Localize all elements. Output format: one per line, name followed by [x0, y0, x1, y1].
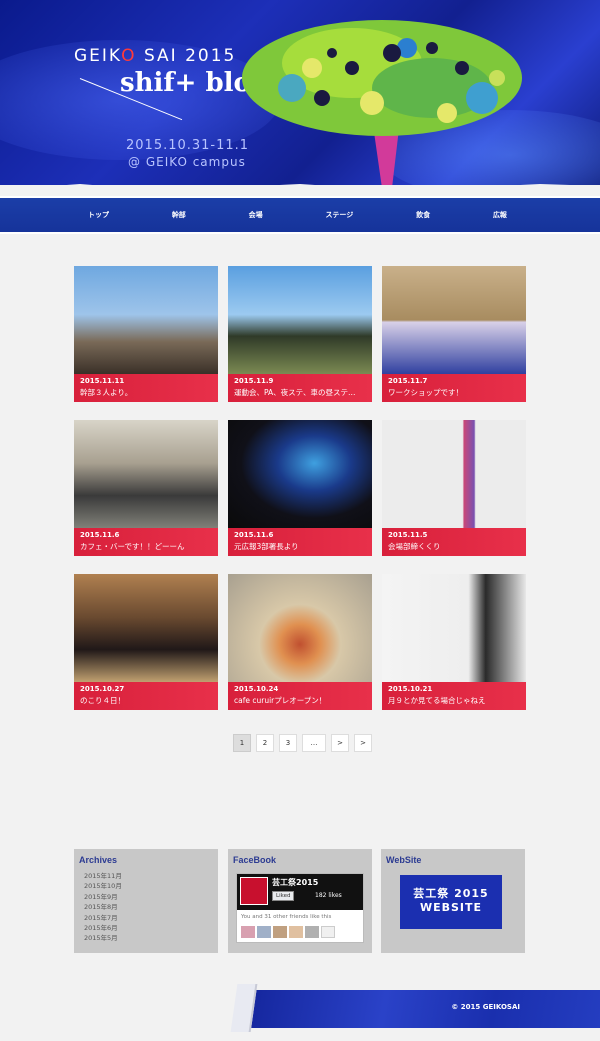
event-dates: 2015.10.31-11.1 [126, 138, 250, 153]
archive-link[interactable]: 2015年11月 [84, 871, 218, 881]
next-page-button[interactable]: > [331, 734, 349, 752]
archives-title: Archives [79, 855, 118, 865]
website-title: WebSite [386, 855, 422, 865]
nav-item-executives[interactable]: 幹部 [172, 210, 186, 220]
archive-link[interactable]: 2015年7月 [84, 913, 218, 923]
facebook-page-plugin[interactable]: 芸工祭2015 Liked 182 likes You and 31 other… [236, 873, 364, 943]
post-date: 2015.10.27 [80, 685, 125, 693]
avatar[interactable] [321, 926, 335, 938]
archive-link[interactable]: 2015年9月 [84, 892, 218, 902]
last-page-button[interactable]: > [354, 734, 372, 752]
post-card[interactable]: 2015.10.27 のこり４日！ [74, 574, 218, 710]
archive-link[interactable]: 2015年8月 [84, 902, 218, 912]
event-venue: @ GEIKO campus [128, 155, 246, 169]
post-card[interactable]: 2015.11.6 カフェ・バーです！！どーーん [74, 420, 218, 556]
post-date: 2015.11.11 [80, 377, 125, 385]
post-title[interactable]: ワークショップです！ [388, 387, 520, 398]
archive-link[interactable]: 2015年10月 [84, 881, 218, 891]
post-photo[interactable] [382, 420, 526, 528]
post-card[interactable]: 2015.10.21 月９とか見てる場合じゃねえ [382, 574, 526, 710]
facebook-title: FaceBook [233, 855, 277, 865]
post-photo[interactable] [228, 574, 372, 682]
nav-item-top[interactable]: トップ [88, 210, 109, 220]
post-title[interactable]: 元広報3部署長より [234, 541, 366, 552]
post-title[interactable]: 幹部３人より。 [80, 387, 212, 398]
main-nav: トップ 幹部 会場 ステージ 飲食 広報 [0, 196, 600, 234]
post-title[interactable]: のこり４日！ [80, 695, 212, 706]
page-1-button[interactable]: 1 [233, 734, 251, 752]
avatar[interactable] [305, 926, 319, 938]
post-date: 2015.10.21 [388, 685, 433, 693]
avatar[interactable] [273, 926, 287, 938]
post-date: 2015.11.7 [388, 377, 428, 385]
post-title[interactable]: 月９とか見てる場合じゃねえ [388, 695, 520, 706]
event-name: GEIKO SAI 2015 [74, 46, 237, 66]
website-widget: WebSite 芸工祭 2015 WEBSITE [381, 849, 525, 953]
post-date: 2015.11.6 [80, 531, 120, 539]
avatar[interactable] [241, 926, 255, 938]
post-date: 2015.11.6 [234, 531, 274, 539]
post-photo[interactable] [228, 420, 372, 528]
page-3-button[interactable]: 3 [279, 734, 297, 752]
post-title[interactable]: 会場部締くくり [388, 541, 520, 552]
nav-item-pr[interactable]: 広報 [493, 210, 507, 220]
archive-link[interactable]: 2015年5月 [84, 933, 218, 943]
nav-item-stage[interactable]: ステージ [325, 210, 353, 220]
facebook-page-avatar[interactable] [240, 877, 268, 905]
post-card[interactable]: 2015.11.7 ワークショップです！ [382, 266, 526, 402]
post-date: 2015.11.9 [234, 377, 274, 385]
copyright: © 2015 GEIKOSAI [451, 1003, 520, 1011]
nav-item-food[interactable]: 飲食 [416, 210, 430, 220]
post-photo[interactable] [228, 266, 372, 374]
facebook-page-name[interactable]: 芸工祭2015 [272, 877, 318, 888]
post-card[interactable]: 2015.11.9 運動会、PA、夜ステ、車の昼ステ… [228, 266, 372, 402]
post-photo[interactable] [74, 574, 218, 682]
page-ellipsis: … [302, 734, 326, 752]
facebook-friend-avatars [241, 926, 335, 938]
post-card[interactable]: 2015.11.6 元広報3部署長より [228, 420, 372, 556]
archives-widget: Archives 2015年11月 2015年10月 2015年9月 2015年… [74, 849, 218, 953]
facebook-like-button[interactable]: Liked [272, 891, 295, 901]
post-title[interactable]: カフェ・バーです！！どーーん [80, 541, 212, 552]
post-date: 2015.10.24 [234, 685, 279, 693]
facebook-like-count: 182 likes [315, 892, 342, 899]
post-title[interactable]: cafe curuirプレオープン！ [234, 695, 366, 706]
facebook-widget: FaceBook 芸工祭2015 Liked 182 likes You and… [228, 849, 372, 953]
archive-link[interactable]: 2015年6月 [84, 923, 218, 933]
post-photo[interactable] [382, 574, 526, 682]
post-date: 2015.11.5 [388, 531, 428, 539]
site-header: GEIKO SAI 2015 shif+ blog 2015.10.31-11.… [0, 0, 600, 185]
site-footer: © 2015 GEIKOSAI [230, 984, 600, 1032]
post-card[interactable]: 2015.11.11 幹部３人より。 [74, 266, 218, 402]
nav-item-venue[interactable]: 会場 [249, 210, 263, 220]
post-photo[interactable] [382, 266, 526, 374]
avatar[interactable] [289, 926, 303, 938]
post-card[interactable]: 2015.10.24 cafe curuirプレオープン！ [228, 574, 372, 710]
tree-illustration [242, 20, 522, 185]
post-photo[interactable] [74, 420, 218, 528]
post-photo[interactable] [74, 266, 218, 374]
pagination: 1 2 3 … > > [233, 734, 372, 752]
website-banner-link[interactable]: 芸工祭 2015 WEBSITE [400, 875, 502, 929]
avatar[interactable] [257, 926, 271, 938]
post-title[interactable]: 運動会、PA、夜ステ、車の昼ステ… [234, 387, 366, 398]
page-2-button[interactable]: 2 [256, 734, 274, 752]
post-card[interactable]: 2015.11.5 会場部締くくり [382, 420, 526, 556]
facebook-friends-text: You and 31 other friends like this [241, 914, 332, 920]
